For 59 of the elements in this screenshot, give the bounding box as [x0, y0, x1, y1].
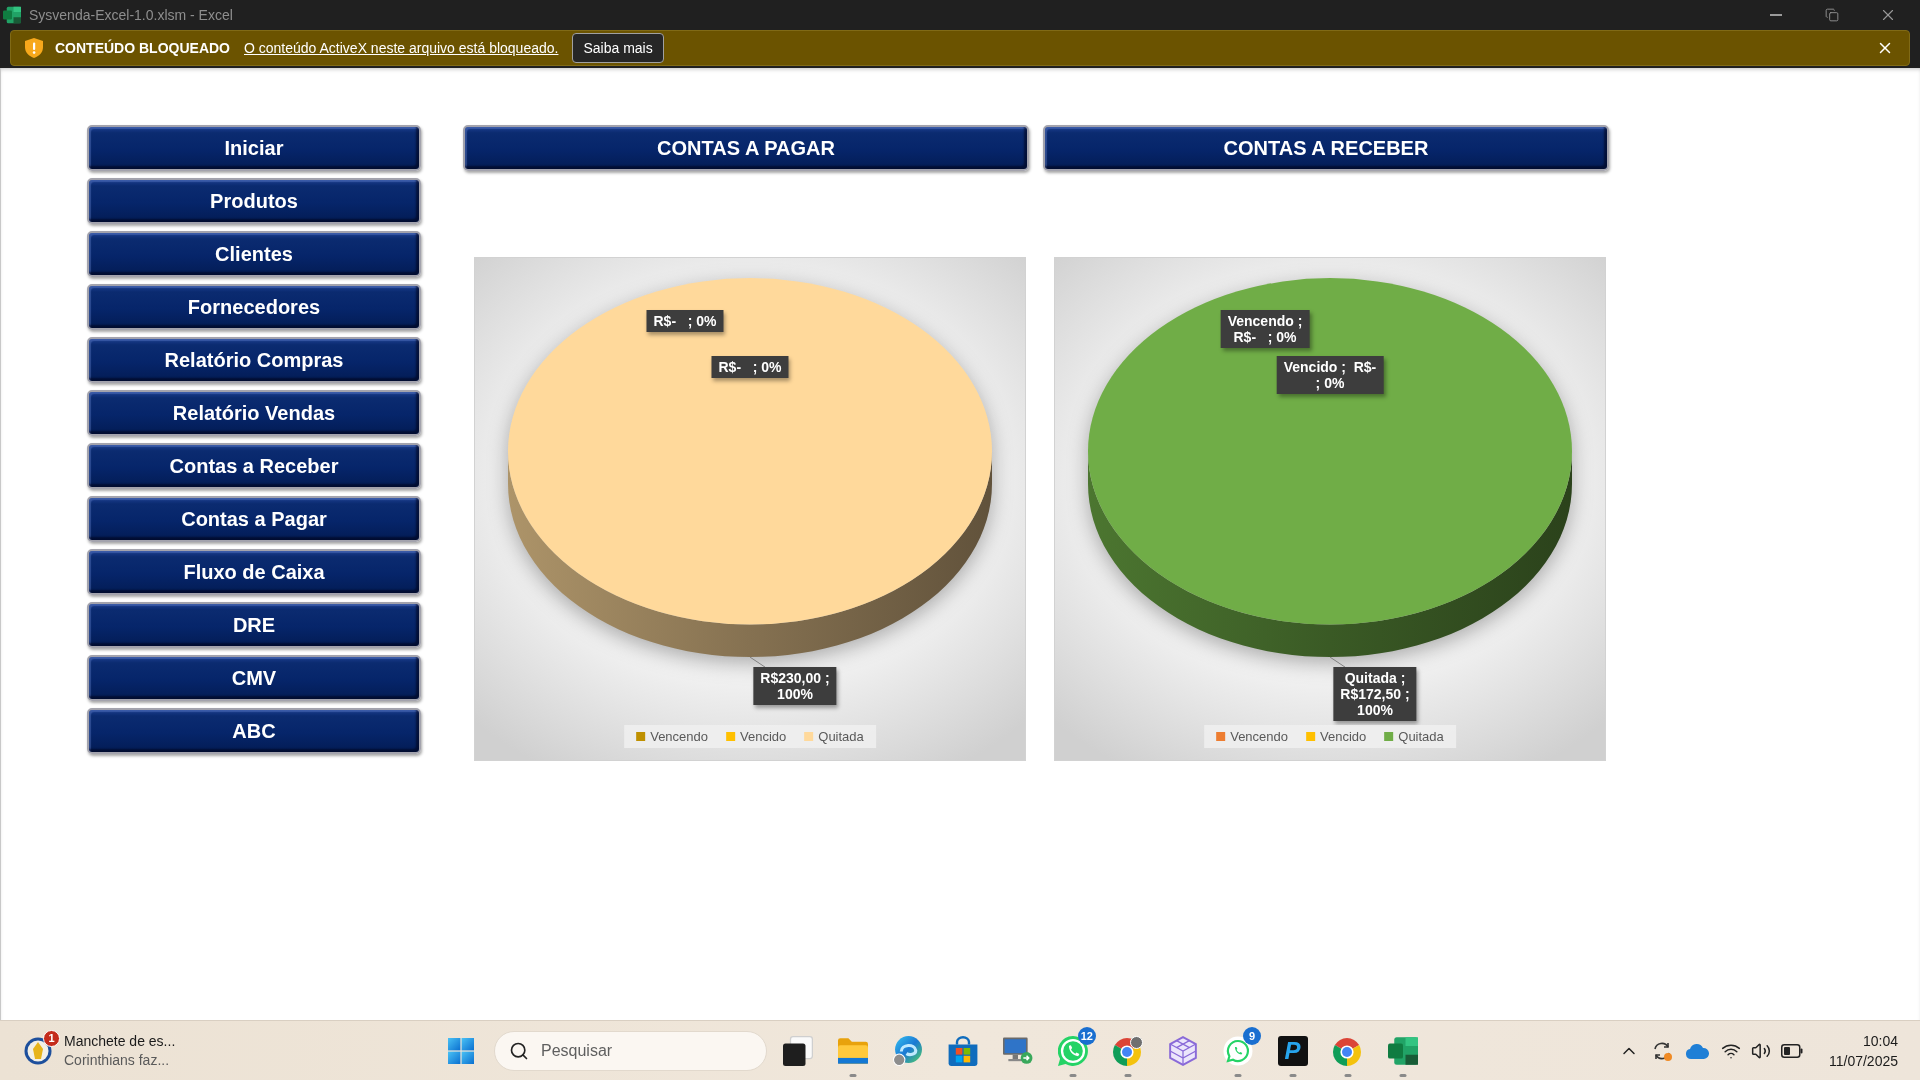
legend-label: Vencendo: [1230, 729, 1288, 744]
notification-badge: 12: [1077, 1026, 1096, 1045]
leader-line: [1329, 656, 1346, 668]
leader-line: [749, 656, 766, 668]
taskbar-app[interactable]: P: [1265, 1022, 1320, 1079]
cube-icon[interactable]: [1167, 1035, 1198, 1066]
search-icon: [509, 1040, 529, 1061]
taskbar-app[interactable]: 9: [1210, 1022, 1265, 1079]
notification-badge: 1: [43, 1029, 60, 1047]
nav-button[interactable]: Relatório Vendas: [87, 390, 421, 436]
nav-button[interactable]: CMV: [87, 655, 421, 701]
legend-label: Vencido: [1320, 729, 1367, 744]
data-label: R$230,00 ; 100%: [753, 667, 837, 706]
nav-button[interactable]: Contas a Pagar: [87, 496, 421, 542]
folder-icon[interactable]: [837, 1035, 868, 1066]
data-label: Vencendo ; R$- ; 0%: [1220, 310, 1310, 349]
message-title: CONTEÚDO BLOQUEADO: [55, 40, 230, 56]
chrome-icon[interactable]: [1112, 1035, 1143, 1066]
nav-button[interactable]: Iniciar: [87, 125, 421, 171]
legend-label: Quitada: [818, 729, 864, 744]
minimize-icon: [1770, 14, 1782, 16]
legend-label: Quitada: [1398, 729, 1444, 744]
nav-button[interactable]: DRE: [87, 602, 421, 648]
store-bag-icon[interactable]: [947, 1035, 978, 1066]
window-title: Sysvenda-Excel-1.0.xlsm - Excel: [29, 7, 234, 23]
nav-button[interactable]: Produtos: [87, 178, 421, 224]
chrome-icon[interactable]: [1332, 1035, 1363, 1066]
section-button[interactable]: CONTAS A PAGAR: [463, 125, 1029, 171]
nav-button[interactable]: Contas a Receber: [87, 443, 421, 489]
squares-icon[interactable]: [782, 1035, 813, 1066]
restore-icon: [1825, 8, 1839, 22]
battery-icon[interactable]: [1780, 1043, 1803, 1058]
cloud-icon[interactable]: [1684, 1042, 1709, 1059]
clock[interactable]: 10:04 11/07/2025: [1828, 1030, 1898, 1071]
nav-button[interactable]: Fornecedores: [87, 284, 421, 330]
nav-button[interactable]: Fluxo de Caixa: [87, 549, 421, 595]
taskbar-app[interactable]: 12: [1045, 1022, 1100, 1079]
shield-warning-icon: [25, 38, 43, 58]
data-label: Quitada ; R$172,50 ; 100%: [1333, 667, 1417, 722]
learn-more-button[interactable]: Saiba mais: [572, 33, 664, 63]
excel-icon: [3, 6, 21, 24]
search-field[interactable]: Pesquisar: [494, 1030, 767, 1071]
nav-button[interactable]: Clientes: [87, 231, 421, 277]
nav-button[interactable]: Relatório Compras: [87, 337, 421, 383]
monitor-icon[interactable]: [1002, 1035, 1033, 1066]
edge-icon[interactable]: [892, 1035, 923, 1066]
news-widget[interactable]: 1 Manchete de es... Corinthians faz...: [24, 1031, 176, 1070]
notification-badge: 9: [1243, 1026, 1261, 1045]
legend-label: Vencendo: [650, 729, 708, 744]
message-link[interactable]: O conteúdo ActiveX neste arquivo está bloqueado.: [244, 40, 559, 56]
windows-icon[interactable]: [448, 1037, 474, 1064]
section-button[interactable]: CONTAS A RECEBER: [1043, 125, 1609, 171]
app-logo[interactable]: P: [1277, 1035, 1308, 1066]
excel-icon: [1387, 1035, 1418, 1066]
data-label: R$- ; 0%: [711, 356, 789, 379]
legend-label: Vencido: [740, 729, 787, 744]
data-label: R$- ; 0%: [646, 310, 724, 333]
data-label: Vencido ; R$- ; 0%: [1276, 356, 1384, 395]
nav-button[interactable]: ABC: [87, 708, 421, 754]
